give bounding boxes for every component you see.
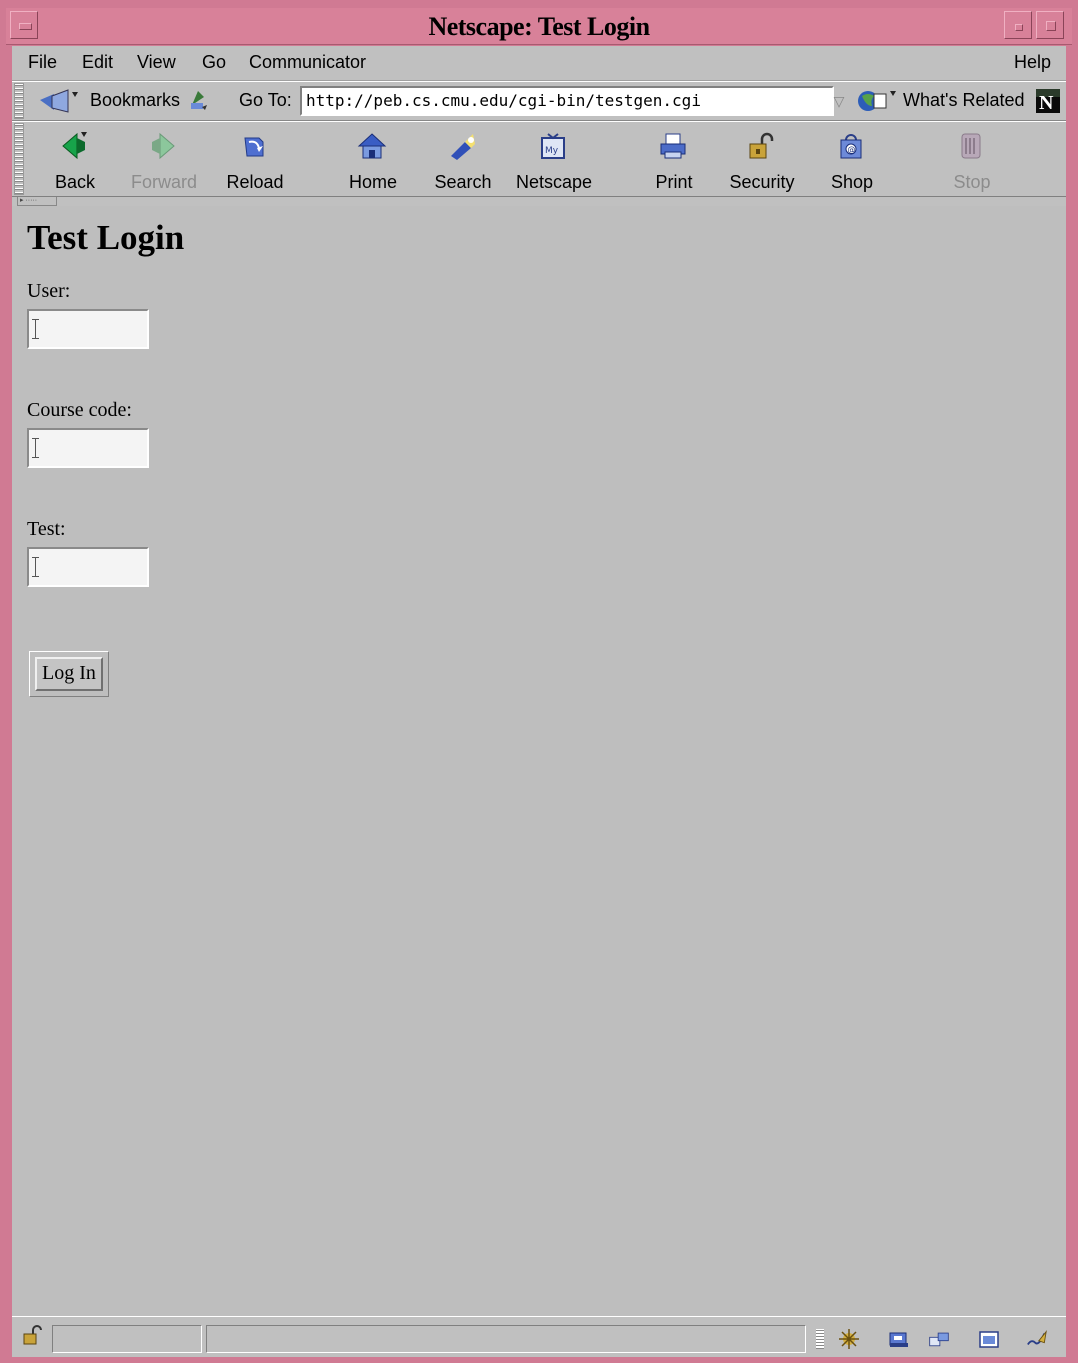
navigator-icon[interactable] bbox=[838, 1329, 860, 1349]
home-icon bbox=[357, 133, 387, 159]
print-button[interactable]: Print bbox=[632, 128, 716, 194]
toolbar-grip[interactable] bbox=[14, 83, 24, 119]
security-label: Security bbox=[729, 172, 795, 192]
maximize-button[interactable] bbox=[1036, 11, 1064, 39]
toolbar-collapse-tab[interactable]: ▸ ····· bbox=[17, 197, 57, 206]
test-label: Test: bbox=[27, 518, 66, 540]
minimize-icon bbox=[1015, 24, 1023, 31]
svg-text:N: N bbox=[1039, 92, 1054, 113]
url-input[interactable]: http://peb.cs.cmu.edu/cgi-bin/testgen.cg… bbox=[300, 86, 834, 116]
shop-button[interactable]: @ Shop bbox=[810, 128, 894, 194]
composer-icon[interactable] bbox=[978, 1329, 1000, 1349]
page-content: Test Login User: Course code: Test: Log … bbox=[12, 206, 1066, 1316]
search-flashlight-icon bbox=[451, 134, 475, 160]
course-code-input[interactable] bbox=[27, 428, 149, 468]
back-button[interactable]: Back bbox=[33, 128, 117, 194]
netscape-button[interactable]: My Netscape bbox=[512, 128, 596, 194]
home-label: Home bbox=[348, 172, 397, 192]
netscape-label: Netscape bbox=[515, 172, 593, 192]
forward-button[interactable]: Forward bbox=[122, 128, 206, 194]
location-toolbar: Bookmarks Go To: http://peb.cs.cmu.edu/c… bbox=[12, 81, 1066, 121]
page-heading: Test Login bbox=[27, 218, 185, 257]
bookmarks-button[interactable]: Bookmarks bbox=[90, 90, 180, 111]
menu-communicator[interactable]: Communicator bbox=[249, 52, 366, 73]
bookmark-page-icon[interactable] bbox=[188, 87, 210, 113]
goto-label: Go To: bbox=[239, 90, 292, 110]
back-label: Back bbox=[54, 172, 96, 192]
maximize-icon bbox=[1046, 21, 1056, 31]
stop-label: Stop bbox=[953, 172, 991, 192]
svg-text:@: @ bbox=[848, 145, 856, 154]
whats-related-button[interactable]: What's Related bbox=[903, 90, 1025, 111]
print-label: Print bbox=[655, 172, 693, 192]
login-button-frame: Log In bbox=[29, 651, 109, 697]
security-button[interactable]: Security bbox=[720, 128, 804, 194]
test-input[interactable] bbox=[27, 547, 149, 587]
forward-arrow-icon bbox=[152, 132, 175, 160]
mailbox-icon[interactable] bbox=[888, 1329, 910, 1349]
text-cursor-icon bbox=[32, 438, 39, 458]
reload-button[interactable]: Reload bbox=[213, 128, 297, 194]
printer-icon bbox=[660, 133, 686, 159]
browser-window: Netscape: Test Login File Edit View Go C… bbox=[0, 0, 1078, 1363]
text-cursor-icon bbox=[32, 319, 39, 339]
svg-text:My: My bbox=[545, 146, 559, 156]
home-button[interactable]: Home bbox=[331, 128, 415, 194]
stop-button[interactable]: Stop bbox=[930, 128, 1014, 194]
status-text bbox=[206, 1325, 806, 1353]
browser-client: File Edit View Go Communicator Help Book… bbox=[12, 46, 1066, 1357]
url-dropdown-icon[interactable]: ▽ bbox=[830, 90, 848, 112]
shop-label: Shop bbox=[830, 172, 874, 192]
bookmarks-icon bbox=[40, 89, 78, 113]
menu-bar: File Edit View Go Communicator Help bbox=[12, 46, 1066, 81]
reload-label: Reload bbox=[226, 172, 284, 192]
login-button[interactable]: Log In bbox=[35, 657, 103, 691]
minimize-button[interactable] bbox=[1004, 11, 1032, 39]
menu-edit[interactable]: Edit bbox=[82, 52, 113, 73]
toolbar-grip-2[interactable] bbox=[14, 123, 24, 195]
unlocked-padlock-icon bbox=[749, 132, 774, 159]
user-label: User: bbox=[27, 280, 71, 302]
back-arrow-icon bbox=[62, 132, 87, 160]
search-label: Search bbox=[434, 172, 492, 192]
component-bar-grip[interactable] bbox=[816, 1329, 824, 1349]
discussions-icon[interactable] bbox=[928, 1329, 950, 1349]
text-cursor-icon bbox=[32, 557, 39, 577]
course-code-label: Course code: bbox=[27, 399, 132, 421]
whats-related-icon[interactable] bbox=[856, 88, 898, 114]
stop-icon bbox=[961, 133, 981, 159]
user-input[interactable] bbox=[27, 309, 149, 349]
status-bar bbox=[12, 1316, 1066, 1357]
search-button[interactable]: Search bbox=[421, 128, 505, 194]
shopping-bag-icon: @ bbox=[840, 134, 862, 159]
netscape-logo-icon[interactable]: N bbox=[1036, 89, 1060, 113]
progress-cell bbox=[52, 1325, 202, 1353]
title-bar[interactable]: Netscape: Test Login bbox=[6, 8, 1072, 45]
menu-go[interactable]: Go bbox=[202, 52, 226, 73]
menu-help[interactable]: Help bbox=[1014, 52, 1051, 73]
signature-pen-icon[interactable] bbox=[1026, 1329, 1048, 1349]
navigation-toolbar: Back Forward Reload Home Search My Netsc… bbox=[12, 121, 1066, 197]
window-title: Netscape: Test Login bbox=[428, 12, 650, 41]
my-netscape-icon: My bbox=[541, 133, 565, 159]
forward-label: Forward bbox=[130, 172, 197, 192]
menu-file[interactable]: File bbox=[28, 52, 57, 73]
reload-icon bbox=[244, 137, 264, 157]
security-status-icon[interactable] bbox=[22, 1325, 44, 1345]
menu-view[interactable]: View bbox=[137, 52, 176, 73]
